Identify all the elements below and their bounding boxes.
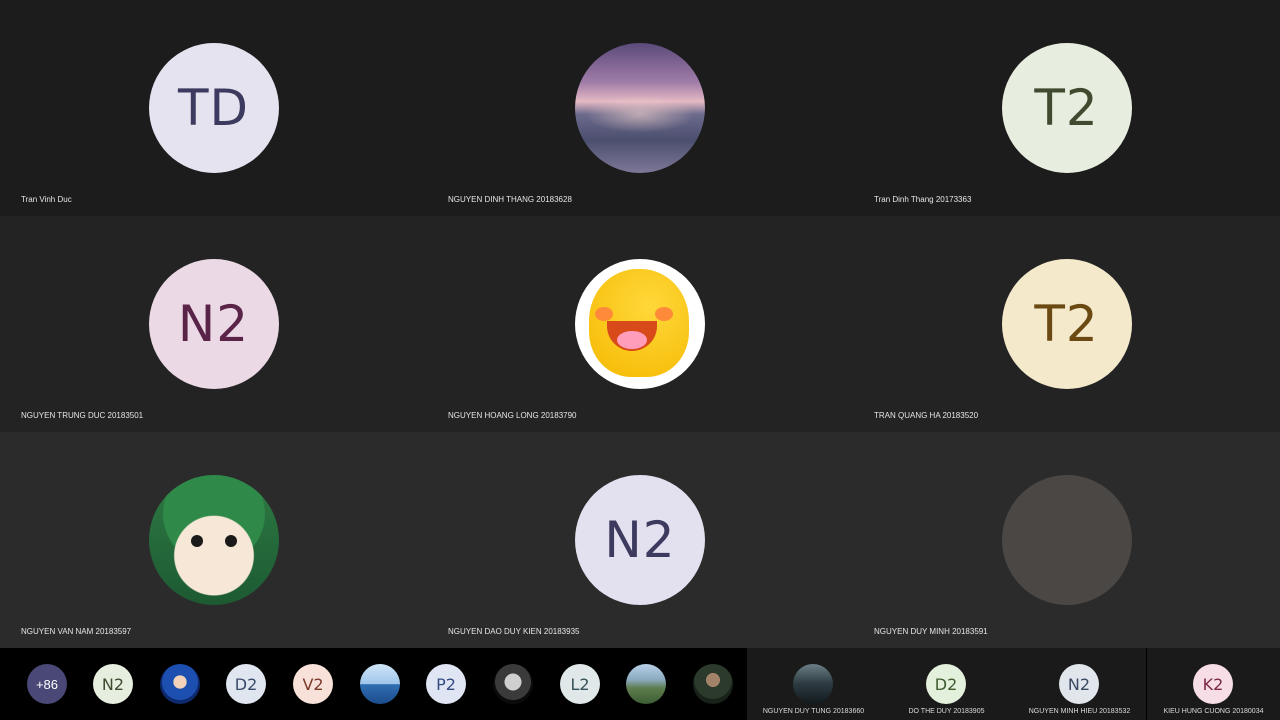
participant-name: TRAN QUANG HA 20183520: [874, 411, 979, 420]
sunset-sea-photo-avatar: [575, 43, 705, 173]
blank-avatar: [1001, 475, 1132, 605]
emoji-cheek-icon: [655, 307, 673, 321]
participant-name: NGUYEN DAO DUY KIEN 20183935: [448, 627, 580, 636]
participant-photo-avatar[interactable]: [626, 664, 666, 704]
participant-avatar[interactable]: D2: [226, 664, 266, 704]
more-participants-button[interactable]: +86: [27, 664, 67, 704]
featured-participant[interactable]: K2 KIEU HUNG CUONG 20180034: [1147, 648, 1280, 720]
participant-name: DO THE DUY 20183905: [908, 708, 985, 715]
emoji-tongue-icon: [617, 331, 647, 349]
participant-avatar: K2: [1193, 664, 1233, 704]
emoji-cheek-icon: [595, 307, 613, 321]
participant-avatar: D2: [926, 664, 966, 704]
participant-tile[interactable]: N2 NGUYEN DAO DUY KIEN 20183935: [427, 432, 853, 648]
participant-name: NGUYEN DUY MINH 20183591: [874, 627, 988, 636]
video-grid: TD Tran Vinh Duc NGUYEN DINH THANG 20183…: [0, 0, 1280, 648]
participant-tile[interactable]: T2 Tran Dinh Thang 20173363: [853, 0, 1280, 216]
cat-eye-icon: [224, 535, 237, 547]
participant-tile[interactable]: TD Tran Vinh Duc: [0, 0, 427, 216]
initials-avatar: N2: [148, 259, 279, 389]
initials-avatar: T2: [1001, 43, 1132, 173]
participant-avatar[interactable]: L2: [560, 664, 600, 704]
participant-photo-avatar: [793, 664, 833, 704]
participant-photo-avatar[interactable]: [360, 664, 400, 704]
participant-name: Tran Vinh Duc: [21, 195, 72, 204]
participant-name: KIEU HUNG CUONG 20180034: [1163, 708, 1264, 715]
participant-name: NGUYEN HOANG LONG 20183790: [448, 411, 577, 420]
initials-avatar: TD: [148, 43, 279, 173]
featured-participant[interactable]: N2 NGUYEN MINH HIEU 20183532: [1013, 648, 1146, 720]
participant-strip: +86 N2 D2 V2 P2 L2 NGUYEN DUY TUNG 20183…: [0, 648, 1280, 720]
cat-in-hood-photo-avatar: [148, 475, 279, 605]
participant-photo-avatar[interactable]: [160, 664, 200, 704]
participant-name: NGUYEN TRUNG DUC 20183501: [21, 411, 144, 420]
initials-avatar: T2: [1001, 259, 1132, 389]
featured-participant[interactable]: D2 DO THE DUY 20183905: [880, 648, 1013, 720]
participant-tile[interactable]: N2 NGUYEN TRUNG DUC 20183501: [0, 216, 427, 432]
participant-photo-avatar[interactable]: [493, 664, 533, 704]
participant-avatar: N2: [1059, 664, 1099, 704]
participant-name: NGUYEN VAN NAM 20183597: [21, 627, 132, 636]
participant-name: NGUYEN MINH HIEU 20183532: [1028, 708, 1131, 715]
participant-avatar[interactable]: N2: [93, 664, 133, 704]
participant-name: NGUYEN DUY TUNG 20183660: [762, 708, 865, 715]
participant-tile[interactable]: T2 TRAN QUANG HA 20183520: [853, 216, 1280, 432]
initials-avatar: N2: [575, 475, 705, 605]
participant-tile[interactable]: NGUYEN DUY MINH 20183591: [853, 432, 1280, 648]
featured-participant[interactable]: NGUYEN DUY TUNG 20183660: [747, 648, 880, 720]
participant-tile[interactable]: NGUYEN VAN NAM 20183597: [0, 432, 427, 648]
participant-avatar[interactable]: V2: [293, 664, 333, 704]
participant-tile[interactable]: NGUYEN HOANG LONG 20183790: [427, 216, 853, 432]
participant-name: NGUYEN DINH THANG 20183628: [448, 195, 572, 204]
participant-tile[interactable]: NGUYEN DINH THANG 20183628: [427, 0, 853, 216]
participant-name: Tran Dinh Thang 20173363: [874, 195, 972, 204]
yellow-emoji-sticker-avatar: [575, 259, 705, 389]
participant-avatar[interactable]: P2: [426, 664, 466, 704]
participant-photo-avatar[interactable]: [693, 664, 733, 704]
cat-eye-icon: [190, 535, 203, 547]
